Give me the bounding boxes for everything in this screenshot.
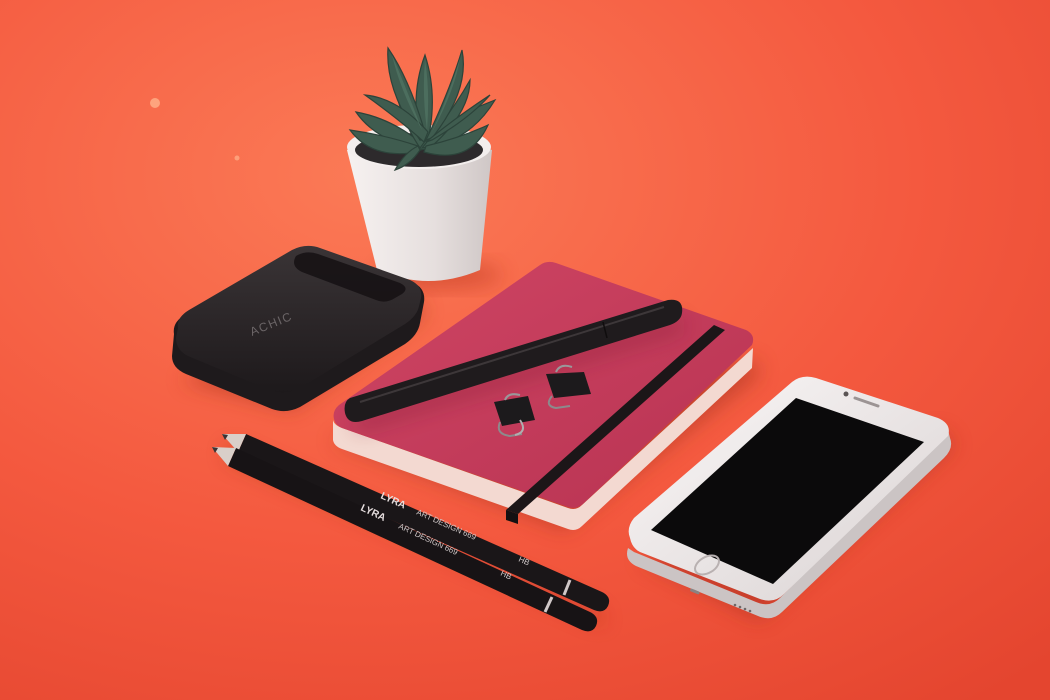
desk-flatlay-photo: ACHIC LYRA ART DESIGN 669 HB LYRA ART DE… bbox=[0, 0, 1050, 700]
light-flare bbox=[234, 155, 240, 161]
front-camera-icon bbox=[843, 391, 849, 397]
photo-canvas: ACHIC LYRA ART DESIGN 669 HB LYRA ART DE… bbox=[0, 0, 1050, 700]
binder-clip-body bbox=[546, 372, 591, 398]
light-flare bbox=[150, 98, 160, 108]
